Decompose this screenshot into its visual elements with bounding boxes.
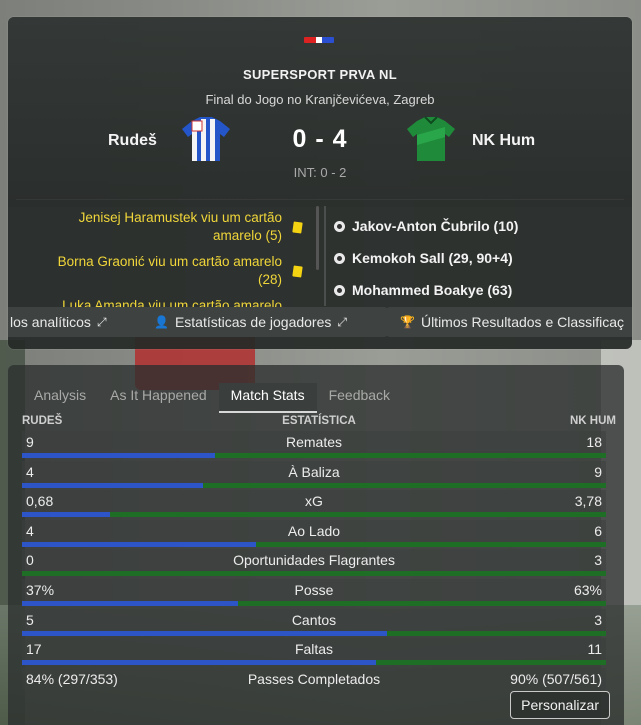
venue-line: Final do Jogo no Kranjčevićeva, Zagreb — [205, 92, 435, 107]
list-item[interactable]: Jenisej Haramustek viu um cartão amarelo… — [16, 204, 316, 248]
stat-comparison-bar — [22, 660, 606, 666]
stat-comparison-bar — [22, 541, 606, 547]
stat-away-value: 6 — [594, 522, 602, 539]
table-row: 0,68 xG 3,78 — [22, 490, 606, 519]
table-row: 37% Posse 63% — [22, 579, 606, 608]
list-item[interactable]: Borna Graonić viu um cartão amarelo (28) — [16, 248, 316, 292]
stat-label: Oportunidades Flagrantes — [233, 552, 395, 569]
stat-label: Posse — [294, 582, 334, 598]
table-row: 5 Cantos 3 — [22, 608, 606, 638]
final-score: 0 - 4 — [292, 125, 348, 153]
tab-match-stats[interactable]: Match Stats — [218, 383, 317, 413]
away-team-name[interactable]: NK Hum — [472, 132, 535, 150]
external-link-icon: ⤢ — [96, 314, 107, 329]
stat-home-bar — [22, 541, 256, 547]
table-row: 0 Oportunidades Flagrantes 3 — [22, 549, 606, 578]
player-stats-button[interactable]: 👤 Estatísticas de jogadores ⤢ — [140, 307, 388, 337]
stat-label: Remates — [285, 434, 343, 450]
analytics-button-label: los analíticos — [10, 314, 91, 330]
external-link-icon: ⤢ — [337, 314, 347, 329]
scorer-text: Mohammed Boakye (63) — [352, 282, 513, 298]
stats-tabs: Analysis As It Happened Match Stats Feed… — [22, 383, 402, 413]
home-events-list: Jenisej Haramustek viu um cartão amarelo… — [16, 204, 316, 310]
stat-comparison-bar — [22, 630, 606, 636]
stat-away-value: 3,78 — [574, 493, 602, 510]
match-events: Jenisej Haramustek viu um cartão amarelo… — [16, 199, 624, 310]
event-text: Jenisej Haramustek viu um cartão amarelo… — [78, 210, 282, 243]
stats-header-middle: ESTATÍSTICA — [282, 415, 356, 427]
football-icon — [334, 284, 345, 296]
tab-as-it-happened[interactable]: As It Happened — [98, 383, 219, 411]
table-row: 4À Baliza 9 — [22, 460, 606, 490]
stat-comparison-bar — [22, 512, 606, 518]
tab-analysis[interactable]: Analysis — [22, 383, 98, 411]
football-icon — [334, 220, 345, 232]
home-kit-icon — [182, 117, 230, 161]
events-scrollbar[interactable] — [316, 206, 319, 270]
stat-label: xG — [305, 493, 323, 510]
stat-home-bar — [22, 601, 239, 606]
results-standings-button-label: Últimos Resultados e Classificaç — [420, 314, 625, 330]
stat-comparison-bar — [22, 453, 606, 458]
match-summary-panel: SUPERSPORT PRVA NL Final do Jogo no Kran… — [8, 17, 632, 349]
stat-label: Faltas — [294, 641, 334, 658]
stats-header: RUDEŠ ESTATÍSTICA NK HUM — [22, 415, 616, 429]
trophy-icon: 🏆 — [400, 315, 415, 329]
stat-away-value: 9 — [594, 463, 602, 480]
stat-away-value: 11 — [587, 641, 602, 658]
list-item[interactable]: Kemokoh Sall (29, 90+4) — [334, 242, 624, 274]
tab-feedback[interactable]: Feedback — [317, 383, 402, 411]
stat-away-value: 63% — [573, 582, 602, 598]
table-row: 9 Remates 18 — [22, 431, 606, 460]
away-events-list: Jakov-Anton Čubrilo (10) Kemokoh Sall (2… — [334, 210, 624, 306]
away-kit-icon — [407, 116, 455, 161]
analysis-nav-row: los analíticos ⤢ 👤 Estatísticas de jogad… — [8, 307, 632, 341]
stat-away-value: 3 — [594, 611, 602, 628]
yellow-card-icon — [292, 221, 303, 234]
stat-comparison-bar — [22, 601, 606, 606]
stat-away-value: 90% (507/561) — [510, 670, 602, 687]
stat-home-bar — [22, 482, 204, 488]
stat-comparison-bar — [22, 482, 606, 488]
stats-header-away: NK HUM — [570, 415, 616, 427]
events-divider — [324, 206, 326, 306]
results-standings-button[interactable]: 🏆 Últimos Resultados e Classificaç — [386, 307, 632, 337]
match-stats-panel: Analysis As It Happened Match Stats Feed… — [8, 365, 624, 725]
person-icon: 👤 — [154, 315, 169, 329]
table-row: 17 Faltas 11 — [22, 638, 606, 667]
scorer-text: Jakov-Anton Čubrilo (10) — [352, 218, 519, 234]
stat-label: Ao Lado — [287, 522, 341, 539]
player-stats-button-label: Estatísticas de jogadores — [174, 314, 332, 330]
yellow-card-icon — [292, 265, 303, 278]
competition-logo-icon — [304, 37, 334, 43]
stat-home-bar — [22, 512, 110, 518]
analytics-button[interactable]: los analíticos ⤢ — [8, 307, 148, 337]
stat-home-bar — [22, 453, 215, 458]
football-icon — [334, 252, 345, 264]
list-item[interactable]: Jakov-Anton Čubrilo (10) — [334, 210, 624, 242]
stat-comparison-bar — [22, 571, 606, 577]
home-team-name[interactable]: Rudeš — [108, 132, 157, 150]
stat-home-bar — [22, 660, 377, 666]
customize-button[interactable]: Personalizar — [510, 691, 610, 719]
competition-name: SUPERSPORT PRVA NL — [243, 67, 397, 82]
stat-home-bar — [22, 630, 387, 636]
stat-label: À Baliza — [288, 463, 340, 480]
stat-away-value: 18 — [586, 434, 602, 450]
event-text: Borna Graonić viu um cartão amarelo (28) — [57, 254, 282, 287]
table-row: 4 Ao Lado 6 — [22, 519, 606, 549]
scorer-text: Kemokoh Sall (29, 90+4) — [352, 250, 513, 266]
halftime-score: INT: 0 - 2 — [293, 165, 347, 180]
stat-away-value: 3 — [594, 552, 602, 569]
stat-label: Cantos — [291, 611, 337, 628]
list-item[interactable]: Mohammed Boakye (63) — [334, 274, 624, 306]
